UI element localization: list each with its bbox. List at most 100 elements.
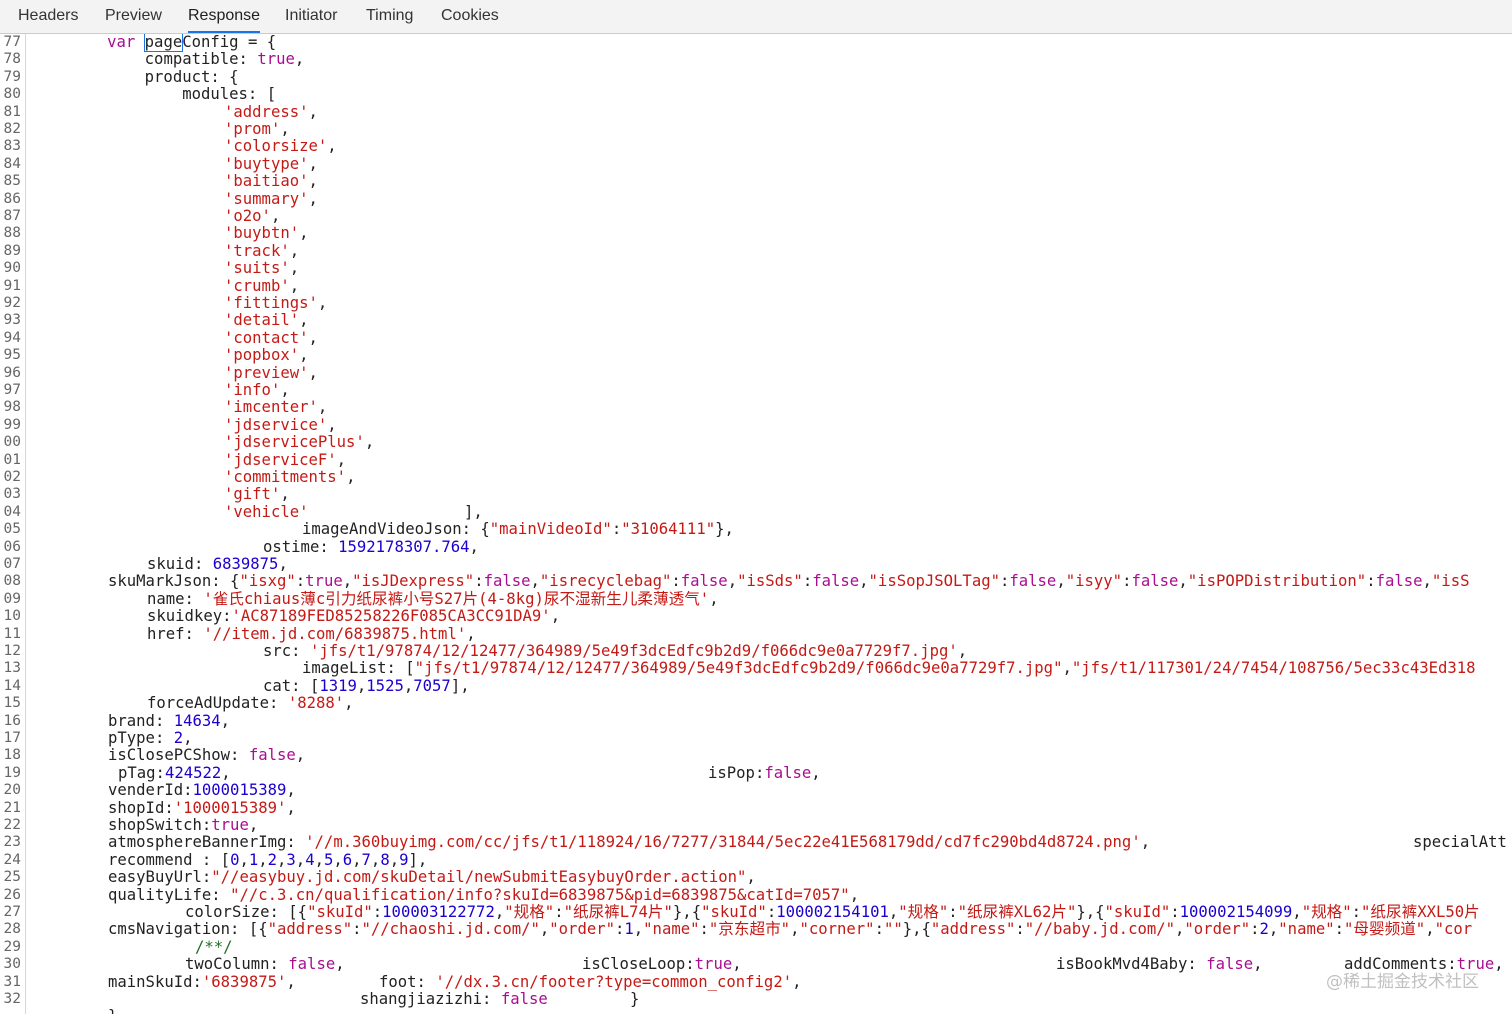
module-entry: 'imcenter', (224, 398, 328, 417)
module-entry: 'preview', (224, 363, 318, 382)
line-number: 88 (3, 225, 21, 242)
code-line: isCloseLoop:true, (582, 955, 742, 974)
line-number: 82 (3, 121, 21, 137)
module-entry: 'buytype', (224, 154, 318, 173)
code-line: } (630, 990, 640, 1008)
line-number: 03 (3, 486, 21, 503)
code-line: ostime: 1592178307.764, (263, 537, 479, 556)
line-number: 25 (3, 869, 21, 886)
line-number: 87 (3, 208, 21, 224)
code-line: qualityLife: "//c.3.cn/qualification/inf… (108, 885, 860, 904)
line-number: 81 (3, 103, 21, 120)
module-entry: 'vehicle' (224, 502, 309, 521)
line-number: 21 (3, 799, 21, 816)
line-number: 05 (3, 521, 21, 538)
code-line: brand: 14634, (108, 711, 231, 730)
line-number: 96 (3, 364, 21, 381)
code-comment: /**/ (195, 937, 233, 956)
code-line: skuMarkJson: {"isxg":true,"isJDexpress":… (108, 572, 1470, 591)
module-entry: 'o2o', (224, 207, 281, 225)
line-number: 17 (3, 730, 21, 746)
code-line: pType: 2, (108, 729, 193, 747)
code-line: recommend : [0,1,2,3,4,5,6,7,8,9], (108, 850, 428, 869)
module-entry: 'suits', (224, 259, 300, 278)
line-number: 22 (3, 817, 21, 833)
module-entry: 'jdserviceF', (224, 450, 347, 469)
code-line: compatible: true, (144, 50, 305, 69)
module-entry: 'prom', (224, 120, 290, 138)
code-line: easyBuyUrl:"//easybuy.jd.com/skuDetail/n… (108, 868, 756, 887)
tab-cookies[interactable]: Cookies (441, 0, 499, 33)
module-entry: 'commitments', (224, 468, 356, 486)
tab-headers[interactable]: Headers (18, 0, 78, 33)
code-line: forceAdUpdate: '8288', (147, 694, 354, 713)
code-line: isPop:false, (708, 763, 821, 782)
code-line: isClosePCShow: false, (108, 746, 306, 765)
code-line: var pageConfig = { (107, 34, 277, 52)
code-line: shopSwitch:true, (108, 816, 259, 834)
line-number: 08 (3, 573, 21, 590)
module-entry: 'track', (224, 241, 300, 260)
code-line: foot: '//dx.3.cn/footer?type=common_conf… (379, 972, 802, 991)
text-cursor-selection[interactable]: page (143, 34, 184, 52)
code-line: isBookMvd4Baby: false, (1056, 955, 1263, 974)
code-line: product: { (32, 67, 239, 86)
code-line: src: 'jfs/t1/97874/12/12477/364989/5e49f… (263, 642, 968, 660)
code-line: shopId:'1000015389', (108, 798, 296, 817)
line-number: 01 (3, 451, 21, 468)
line-number: 07 (3, 556, 21, 572)
line-number: 85 (3, 173, 21, 190)
line-number: 27 (3, 904, 21, 920)
devtools-tab-bar: Headers Preview Response Initiator Timin… (0, 0, 1512, 34)
code-line: imageAndVideoJson: {"mainVideoId":"31064… (302, 520, 734, 539)
module-entry: 'summary', (224, 189, 318, 208)
line-number: 06 (3, 538, 21, 555)
tab-initiator[interactable]: Initiator (285, 0, 337, 33)
code-line: mainSkuId:'6839875', (108, 972, 296, 991)
line-number: 00 (3, 434, 21, 451)
response-code-viewer[interactable]: 77 78 79 80 81 82 83 84 85 86 87 88 89 90 91 92 93 94 95 96… (0, 34, 1512, 1014)
line-number: 79 (3, 68, 21, 85)
module-entry: 'crumb', (224, 276, 300, 295)
code-line: } (108, 1007, 117, 1014)
code-line: name: '雀氏chiaus薄c引力纸尿裤小号S27片(4-8kg)尿不湿新生… (147, 589, 719, 608)
line-number: 16 (3, 712, 21, 729)
line-number: 77 (3, 34, 21, 50)
module-entry: 'address', (224, 102, 318, 121)
line-number: 86 (3, 190, 21, 207)
module-entry: 'buybtn', (224, 224, 309, 243)
tab-timing[interactable]: Timing (366, 0, 413, 33)
line-number: 04 (3, 503, 21, 520)
line-number: 19 (3, 764, 21, 781)
code-line: shangjiazizhi: false (360, 990, 548, 1008)
tab-response[interactable]: Response (188, 0, 261, 33)
code-line: twoColumn: false, (185, 955, 345, 974)
module-entry: 'fittings', (224, 294, 328, 312)
line-number: 13 (3, 660, 21, 677)
code-line: colorSize: [{"skuId":100003122772,"规格":"… (185, 903, 1480, 921)
module-entry: 'gift', (224, 485, 290, 504)
line-number: 97 (3, 382, 21, 398)
watermark: @稀土掘金技术社区 (1326, 972, 1479, 992)
tab-preview[interactable]: Preview (105, 0, 162, 33)
code-line: cmsNavigation: [{"address":"//chaoshi.jd… (108, 920, 1473, 939)
code-line: specialAtt (1413, 833, 1507, 852)
module-entry: 'baitiao', (224, 172, 318, 191)
line-number: 28 (3, 921, 21, 938)
line-number: 91 (3, 277, 21, 294)
module-entry: 'contact', (224, 328, 318, 347)
line-number: 12 (3, 643, 21, 659)
line-number: 89 (3, 242, 21, 259)
line-number: 29 (3, 938, 21, 955)
line-number: 18 (3, 747, 21, 764)
line-number: 10 (3, 608, 21, 625)
line-number: 20 (3, 782, 21, 799)
keyword: var (107, 34, 136, 51)
line-number: 99 (3, 416, 21, 433)
line-number: 09 (3, 590, 21, 607)
line-number: 15 (3, 695, 21, 712)
line-number: 84 (3, 155, 21, 172)
line-number: 11 (3, 625, 21, 642)
line-number: 95 (3, 347, 21, 364)
code-line: skuid: 6839875, (147, 555, 288, 573)
